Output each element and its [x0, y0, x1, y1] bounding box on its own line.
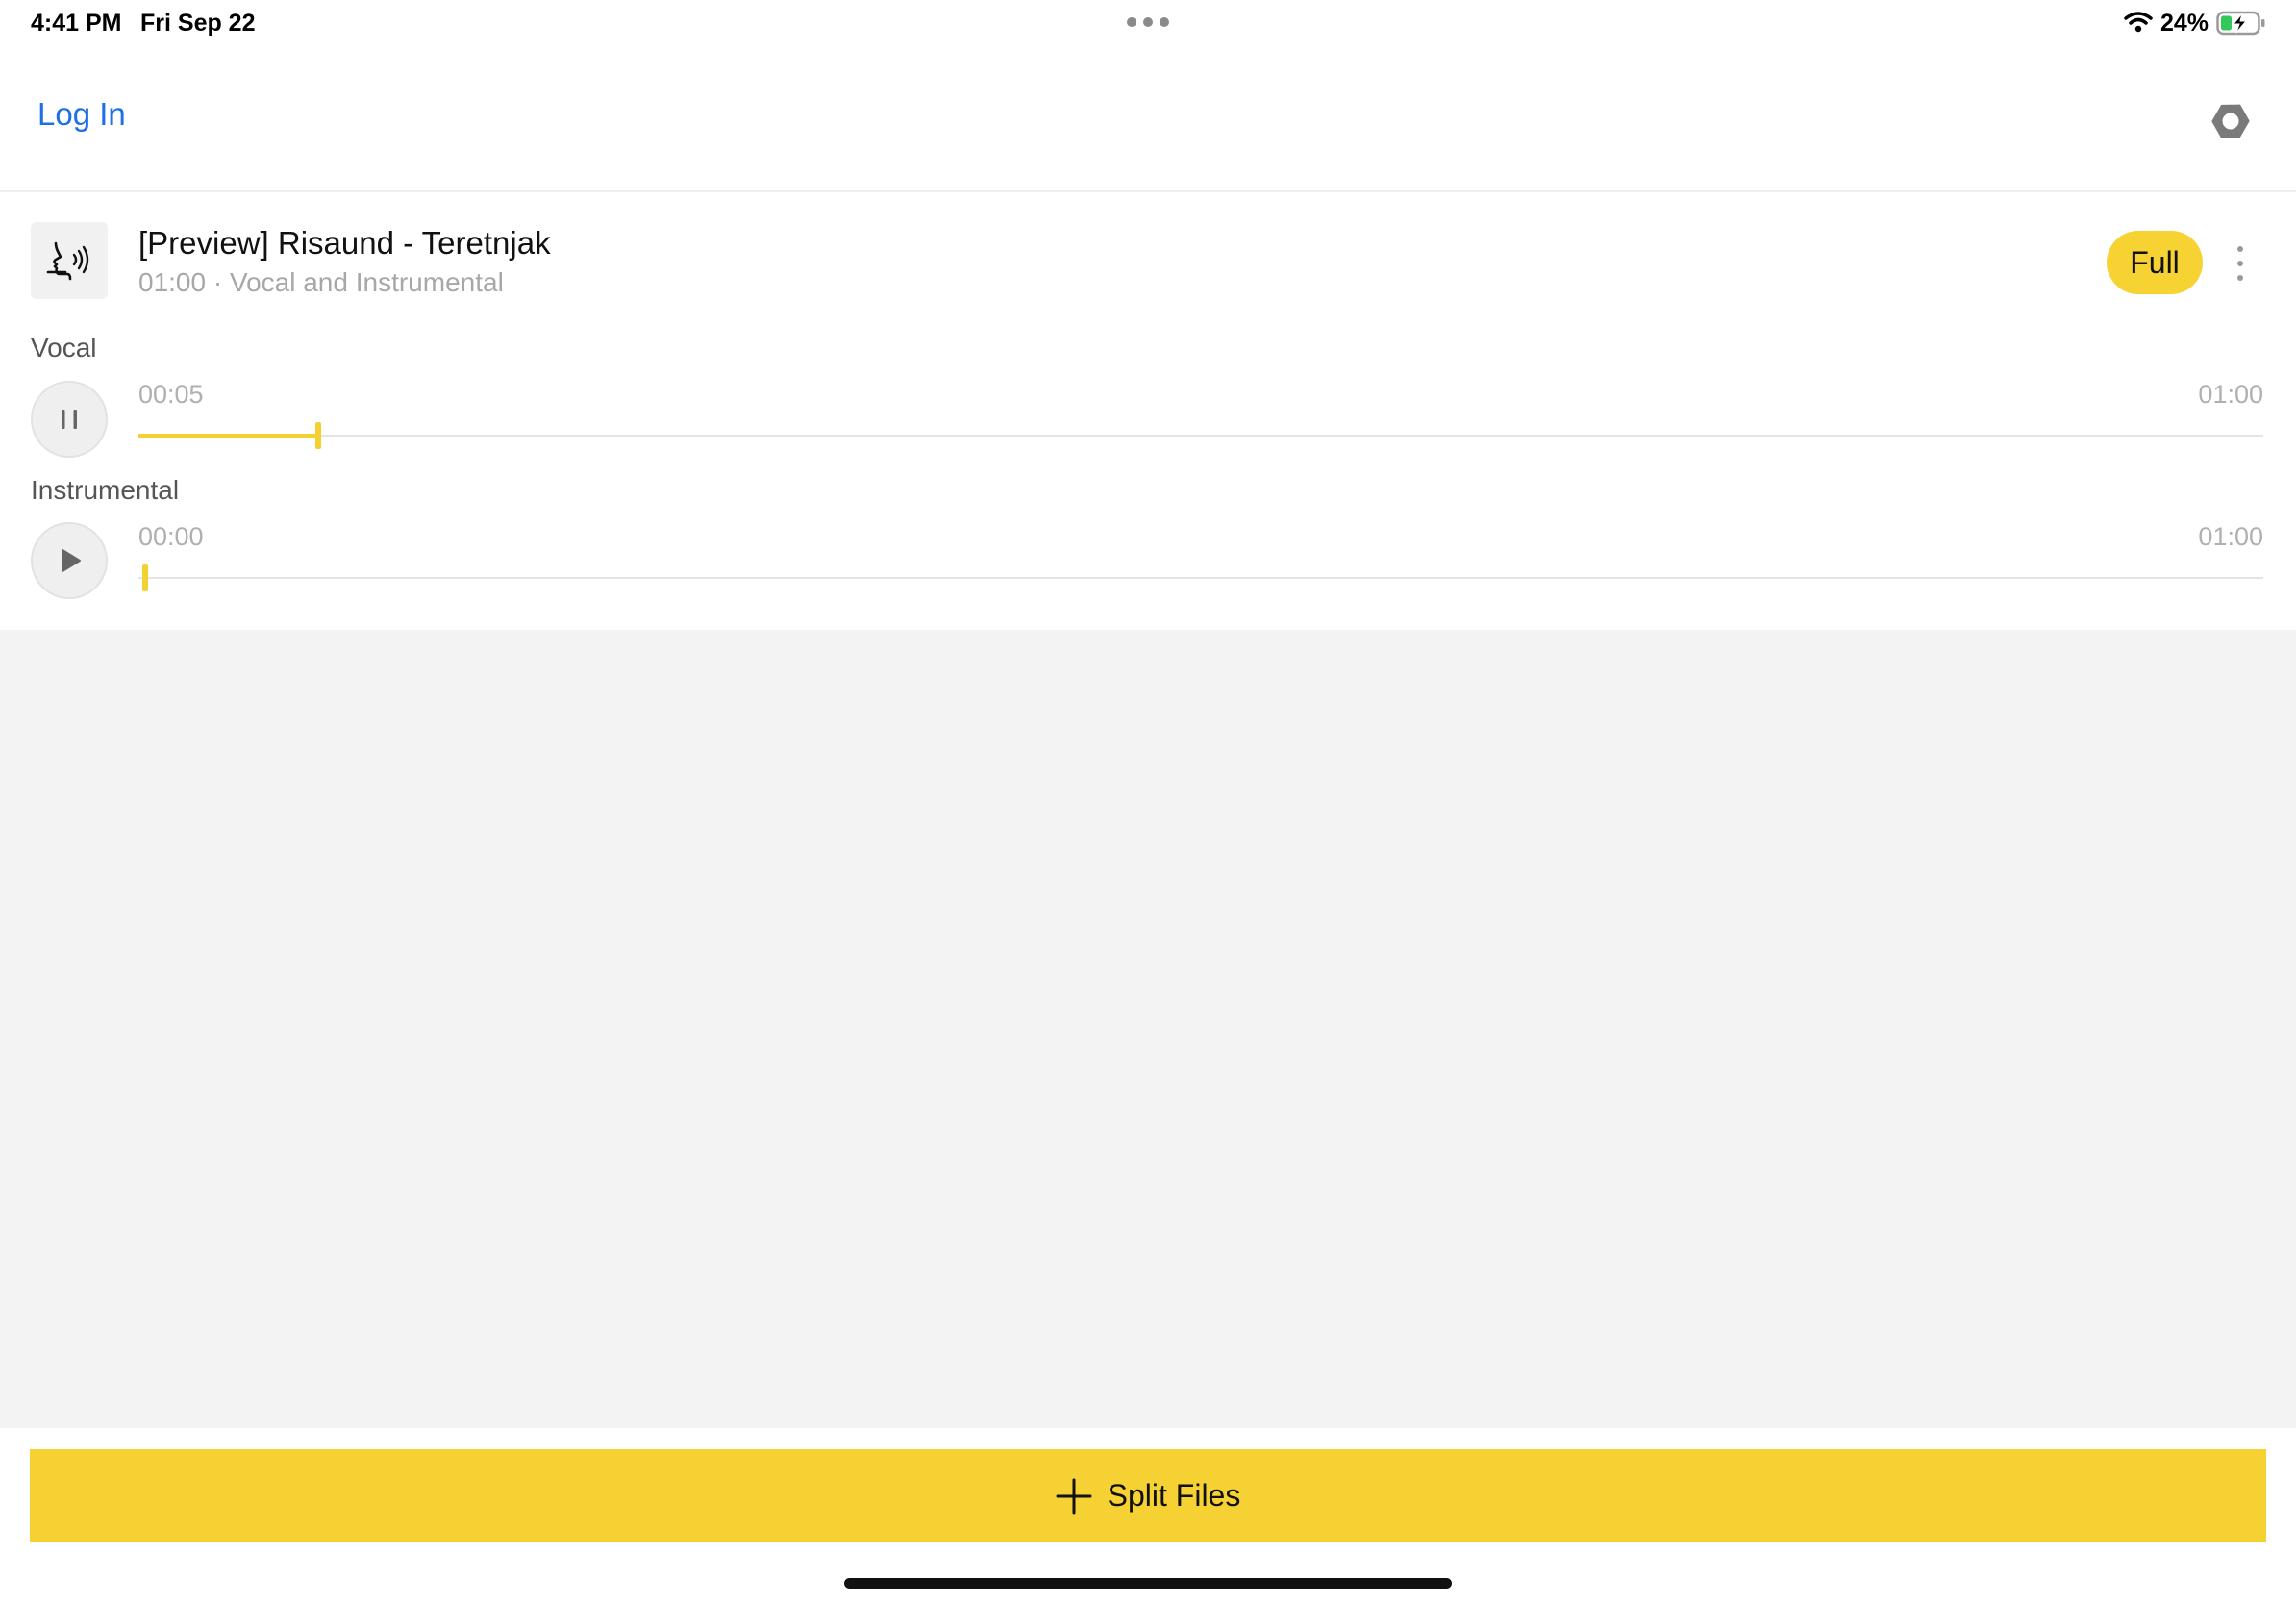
- track-thumbnail[interactable]: [31, 222, 108, 299]
- vocal-pause-button[interactable]: [31, 381, 108, 458]
- wifi-icon: [2124, 12, 2153, 33]
- vocal-progress-fill: [138, 434, 315, 438]
- status-bar: 4:41 PM Fri Sep 22 24%: [0, 0, 2296, 46]
- vocal-scrubber-handle[interactable]: [315, 422, 321, 449]
- pause-icon: [62, 410, 77, 429]
- full-badge-button[interactable]: Full: [2107, 231, 2203, 294]
- track-subtitle: 01:00 · Vocal and Instrumental: [138, 267, 504, 297]
- instrumental-duration: 01:00: [2198, 522, 2263, 551]
- gear-icon[interactable]: [2209, 100, 2252, 142]
- track-title[interactable]: [Preview] Risaund - Teretnjak: [138, 225, 551, 262]
- split-files-label: Split Files: [1107, 1478, 1241, 1513]
- instrumental-play-button[interactable]: [31, 522, 108, 599]
- home-indicator[interactable]: [844, 1578, 1452, 1589]
- instrumental-progress-track[interactable]: [138, 577, 2263, 579]
- vocal-progress-track[interactable]: [138, 435, 2263, 437]
- split-files-button[interactable]: Split Files: [30, 1449, 2266, 1542]
- instrumental-label: Instrumental: [31, 475, 180, 505]
- status-time: 4:41 PM: [31, 10, 122, 37]
- battery-charging-icon: [2216, 11, 2265, 36]
- vocal-duration: 01:00: [2198, 380, 2263, 409]
- plus-icon: [1056, 1478, 1092, 1514]
- status-date: Fri Sep 22: [140, 10, 256, 37]
- more-options-icon[interactable]: [2229, 246, 2252, 281]
- login-link[interactable]: Log In: [37, 96, 126, 133]
- multitasking-dots-icon[interactable]: [1127, 17, 1169, 27]
- battery-percent: 24%: [2160, 10, 2209, 37]
- vocal-current-time: 00:05: [138, 380, 204, 409]
- vocal-label: Vocal: [31, 333, 97, 363]
- instrumental-scrubber-handle[interactable]: [142, 564, 148, 591]
- voice-icon: [46, 241, 89, 281]
- instrumental-current-time: 00:00: [138, 522, 204, 551]
- play-icon: [62, 549, 81, 572]
